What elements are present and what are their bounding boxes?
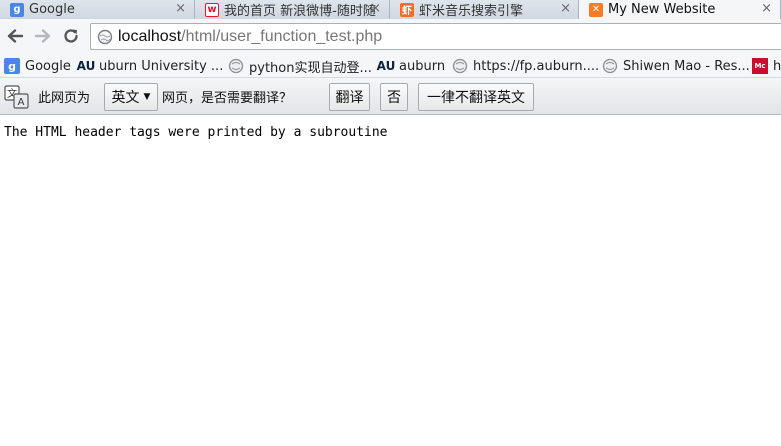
- tab-title: My New Website: [608, 2, 716, 17]
- page-body-text: The HTML header tags were printed by a s…: [4, 125, 388, 140]
- translate-infobar: 文 A 此网页为 英文 ▼ 网页，是否需要翻译？ 翻译 否 一律不翻译英文: [0, 78, 781, 115]
- url-host: localhost: [118, 27, 182, 45]
- browser-toolbar: localhost/html/user_function_test.php: [0, 19, 781, 53]
- svg-text:A: A: [18, 97, 25, 108]
- bookmark-auburn[interactable]: AU auburn: [376, 56, 446, 76]
- bookmark-shiwen-mao[interactable]: Shiwen Mao - Res...: [602, 56, 750, 76]
- bookmark-label: h: [773, 58, 781, 74]
- bookmark-label: Google: [25, 58, 71, 74]
- forward-arrow-icon: [34, 29, 51, 43]
- auburn-au-icon: AU: [376, 59, 396, 73]
- bookmark-fp-auburn[interactable]: https://fp.auburn....: [452, 56, 599, 76]
- never-translate-button[interactable]: 一律不翻译英文: [418, 83, 534, 111]
- translate-icon-wrap: 文 A: [4, 78, 30, 115]
- address-bar[interactable]: localhost/html/user_function_test.php: [90, 23, 781, 50]
- xiami-icon: 虾: [400, 2, 414, 17]
- tab-google[interactable]: g Google ×: [0, 0, 195, 19]
- tab-weibo[interactable]: w 我的首页 新浪微博-随时随 ×: [195, 0, 390, 19]
- chevron-down-icon: ▼: [143, 92, 151, 102]
- language-select-value: 英文: [111, 90, 140, 106]
- globe-icon: [452, 58, 468, 74]
- back-button[interactable]: [4, 25, 26, 47]
- close-icon[interactable]: ×: [761, 1, 772, 16]
- back-arrow-icon: [7, 29, 24, 43]
- no-translate-button[interactable]: 否: [380, 83, 408, 111]
- tab-title: 虾米音乐搜索引擎: [419, 4, 524, 19]
- tab-strip: g Google × w 我的首页 新浪微博-随时随 × 虾 虾米音乐搜索引擎 …: [0, 0, 781, 19]
- close-icon[interactable]: ×: [370, 1, 381, 16]
- page-content: The HTML header tags were printed by a s…: [0, 115, 781, 446]
- bookmark-google[interactable]: g Google: [4, 56, 71, 76]
- forward-button[interactable]: [32, 25, 54, 47]
- xampp-icon: ✕: [589, 2, 603, 17]
- google-g-icon: g: [4, 58, 20, 74]
- bookmark-label: python实现自动登...: [249, 60, 372, 76]
- url-text: localhost/html/user_function_test.php: [118, 28, 382, 46]
- weibo-icon: w: [205, 2, 219, 17]
- bookmark-label: Shiwen Mao - Res...: [623, 58, 750, 74]
- mcgraw-icon: Mc: [752, 58, 768, 74]
- google-g-icon: g: [10, 2, 24, 17]
- url-path: /html/user_function_test.php: [181, 27, 383, 45]
- translate-question-text: 网页，是否需要翻译？: [162, 91, 293, 106]
- tab-title: 我的首页 新浪微博-随时随: [224, 4, 376, 19]
- bookmark-auburn-university[interactable]: AU uburn University ...: [76, 56, 224, 76]
- globe-icon: [228, 58, 244, 74]
- bookmark-mcgraw[interactable]: Mc h: [752, 56, 781, 76]
- language-select[interactable]: 英文 ▼: [104, 83, 158, 111]
- tab-title: Google: [29, 2, 75, 17]
- globe-icon: [602, 58, 618, 74]
- translate-button[interactable]: 翻译: [329, 83, 370, 111]
- bookmark-label: https://fp.auburn....: [473, 58, 600, 74]
- tab-my-new-website[interactable]: ✕ My New Website ×: [578, 0, 781, 19]
- tab-xiami[interactable]: 虾 虾米音乐搜索引擎 ×: [390, 0, 580, 19]
- close-icon[interactable]: ×: [560, 1, 571, 16]
- translate-icon: 文 A: [4, 84, 29, 109]
- bookmark-label: uburn University ...: [99, 58, 224, 74]
- translate-prefix-text: 此网页为: [38, 91, 91, 106]
- bookmarks-bar: g Google AU uburn University ... python实…: [0, 53, 781, 78]
- reload-icon: [64, 29, 78, 43]
- reload-button[interactable]: [60, 25, 82, 47]
- close-icon[interactable]: ×: [175, 1, 186, 16]
- page-info-icon[interactable]: [97, 29, 113, 45]
- bookmark-label: auburn: [399, 58, 446, 74]
- auburn-au-icon: AU: [76, 59, 96, 73]
- bookmark-python[interactable]: python实现自动登...: [228, 56, 372, 76]
